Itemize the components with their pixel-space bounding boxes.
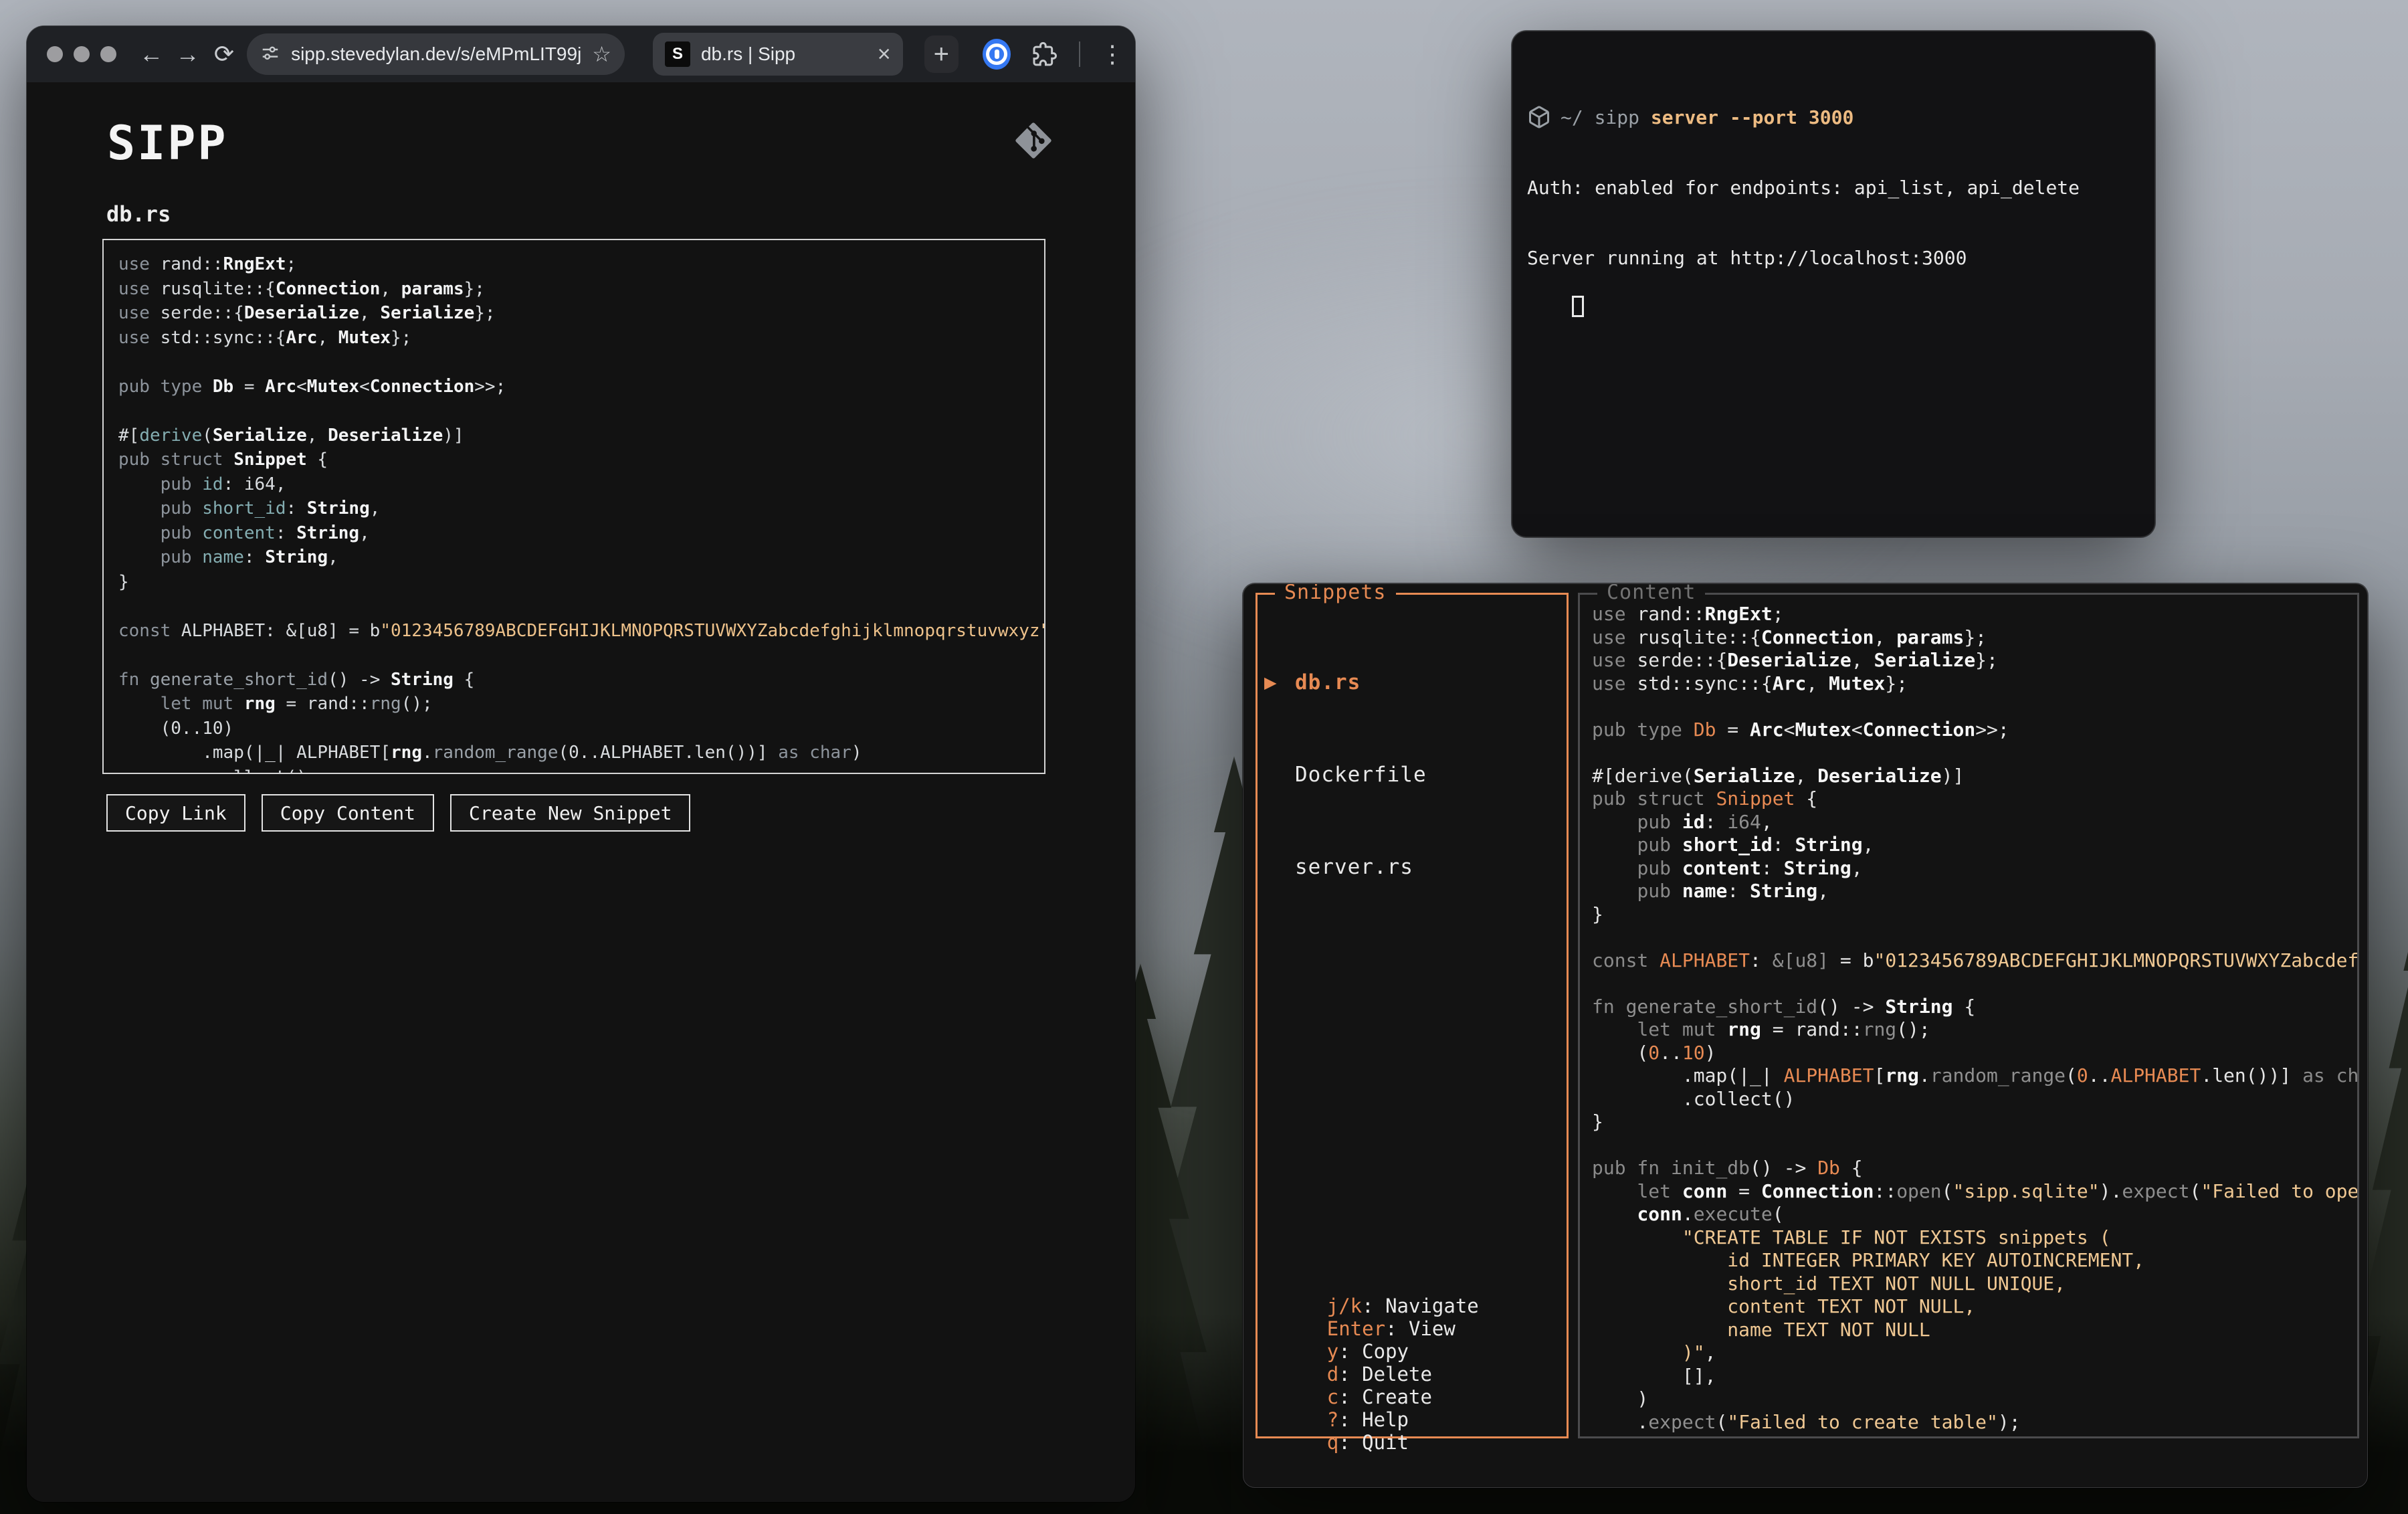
box-icon — [1527, 105, 1551, 129]
minimize-window-button[interactable] — [74, 46, 90, 62]
terminal-output-line: Auth: enabled for endpoints: api_list, a… — [1527, 176, 2154, 199]
keybinding-quit: q: Quit — [1327, 1431, 1409, 1454]
maximize-window-button[interactable] — [100, 46, 116, 62]
extensions-icon[interactable] — [1031, 41, 1058, 68]
snippet-item-dockerfile[interactable]: Dockerfile — [1264, 759, 1561, 790]
copy-content-button[interactable]: Copy Content — [262, 794, 434, 832]
prompt-app: sipp — [1595, 106, 1651, 129]
prompt-command: server --port 3000 — [1651, 106, 1853, 129]
snippet-code-view[interactable]: use rand::RngExt;use rusqlite::{Connecti… — [102, 239, 1045, 774]
copy-link-button[interactable]: Copy Link — [106, 794, 245, 832]
keybinding-view: Enter: View — [1327, 1317, 1456, 1340]
browser-tab[interactable]: S db.rs | Sipp × — [653, 33, 903, 76]
back-icon[interactable]: ← — [138, 40, 165, 68]
terminal-cursor — [1572, 296, 1584, 317]
address-bar[interactable]: sipp.stevedylan.dev/s/eMPmLIT99j ☆ — [247, 33, 625, 75]
selection-arrow-slot — [1264, 852, 1295, 882]
snippet-item-label: server.rs — [1295, 852, 1413, 882]
selection-arrow-slot — [1264, 759, 1295, 790]
password-manager-bar — [995, 50, 999, 59]
browser-toolbar: ← → ⟳ sipp.stevedylan.dev/s/eMPmLIT99j ☆… — [27, 26, 1135, 82]
toolbar-divider — [1079, 41, 1080, 67]
keybinding-navigate: j/k: Navigate — [1327, 1295, 1479, 1317]
bookmark-star-icon[interactable]: ☆ — [592, 41, 611, 67]
snippet-item-server-rs[interactable]: server.rs — [1264, 852, 1561, 882]
browser-menu-icon[interactable]: ⋮ — [1100, 40, 1120, 68]
tab-title: db.rs | Sipp — [701, 43, 867, 65]
git-icon[interactable] — [1015, 122, 1051, 161]
new-tab-button[interactable]: + — [924, 35, 959, 73]
window-controls[interactable] — [47, 46, 116, 62]
tui-keybinding-footer: j/k: Navigate Enter: View y: Copy d: Del… — [1257, 1272, 1499, 1477]
keybinding-delete: d: Delete — [1327, 1363, 1432, 1386]
snippet-actions: Copy Link Copy Content Create New Snippe… — [106, 794, 690, 832]
snippet-item-db-rs[interactable]: ▶ db.rs — [1264, 667, 1561, 698]
sipp-web-page: SIPP db.rs use rand::RngExt;use rusqlite… — [27, 82, 1135, 1502]
content-code-view[interactable]: use rand::RngExt;use rusqlite::{Connecti… — [1580, 595, 2357, 1436]
password-manager-extension-icon[interactable] — [983, 39, 1011, 70]
site-settings-icon[interactable] — [260, 43, 280, 66]
snippets-panel-title: Snippets — [1275, 583, 1396, 604]
terminal-prompt-line: ~/ sipp server --port 3000 — [1527, 105, 2154, 129]
terminal-output-line: Server running at http://localhost:3000 — [1527, 246, 2154, 270]
reload-icon[interactable]: ⟳ — [211, 40, 237, 68]
keybinding-copy: y: Copy — [1327, 1340, 1409, 1363]
password-manager-ring — [986, 43, 1007, 65]
snippets-list: ▶ db.rs Dockerfile server.rs — [1264, 605, 1561, 944]
keybinding-create: c: Create — [1327, 1386, 1432, 1408]
selection-arrow-icon: ▶ — [1264, 667, 1295, 698]
snippet-item-label: db.rs — [1295, 667, 1361, 698]
desktop: ← → ⟳ sipp.stevedylan.dev/s/eMPmLIT99j ☆… — [0, 0, 2408, 1514]
close-window-button[interactable] — [47, 46, 63, 62]
url-text[interactable]: sipp.stevedylan.dev/s/eMPmLIT99j — [291, 43, 581, 65]
content-panel: Content use rand::RngExt;use rusqlite::{… — [1578, 593, 2359, 1438]
browser-window: ← → ⟳ sipp.stevedylan.dev/s/eMPmLIT99j ☆… — [27, 26, 1135, 1502]
terminal-window[interactable]: ~/ sipp server --port 3000 Auth: enabled… — [1512, 31, 2155, 537]
snippet-filename: db.rs — [106, 201, 171, 227]
tui-window: Snippets ▶ db.rs Dockerfile server.rs Co… — [1243, 583, 2368, 1488]
forward-icon[interactable]: → — [174, 40, 201, 68]
snippet-item-label: Dockerfile — [1295, 759, 1427, 790]
keybinding-help: ?: Help — [1327, 1408, 1409, 1431]
tab-close-icon[interactable]: × — [878, 41, 891, 68]
tab-favicon: S — [665, 41, 690, 67]
page-title: SIPP — [107, 116, 228, 171]
create-new-snippet-button[interactable]: Create New Snippet — [450, 794, 690, 832]
prompt-path: ~/ — [1561, 106, 1595, 129]
